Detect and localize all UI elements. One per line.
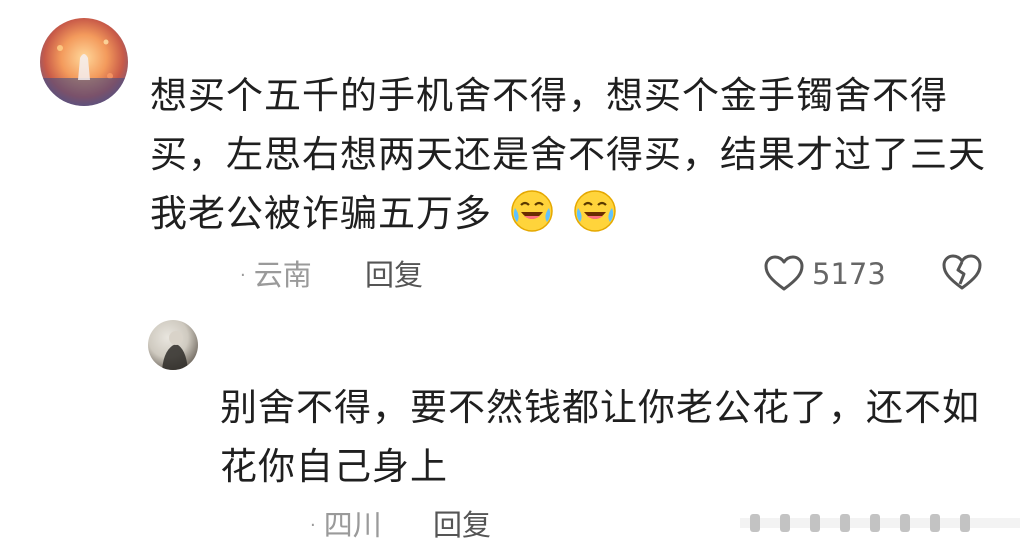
reply-text: 别舍不得，要不然钱都让你老公花了，还不如花你自己身上 xyxy=(220,386,980,488)
like-button[interactable]: 5173 xyxy=(764,254,886,294)
reply-reply-button[interactable]: 回复 xyxy=(433,508,491,542)
comment-text: 想买个五千的手机舍不得，想买个金手镯舍不得买，左思右想两天还是舍不得买，结果才过… xyxy=(150,66,990,243)
broken-heart-icon[interactable] xyxy=(942,252,982,292)
comment-location: · 云南 xyxy=(240,258,312,292)
heart-outline-icon xyxy=(764,255,804,291)
comment-body: 想买个五千的手机舍不得，想买个金手镯舍不得买，左思右想两天还是舍不得买，结果才过… xyxy=(150,74,986,235)
comment-location-text: 云南 xyxy=(253,258,312,292)
commenter-avatar[interactable] xyxy=(40,18,128,106)
watermark-graphic xyxy=(740,514,1020,532)
crying-laughing-emoji-icon xyxy=(511,190,553,232)
reply-location-text: 四川 xyxy=(323,508,382,542)
crying-laughing-emoji-icon xyxy=(573,190,616,232)
replier-avatar[interactable] xyxy=(148,320,198,370)
like-count: 5173 xyxy=(812,257,886,291)
reply-location: · 四川 xyxy=(310,508,382,542)
reply-button[interactable]: 回复 xyxy=(365,258,423,292)
